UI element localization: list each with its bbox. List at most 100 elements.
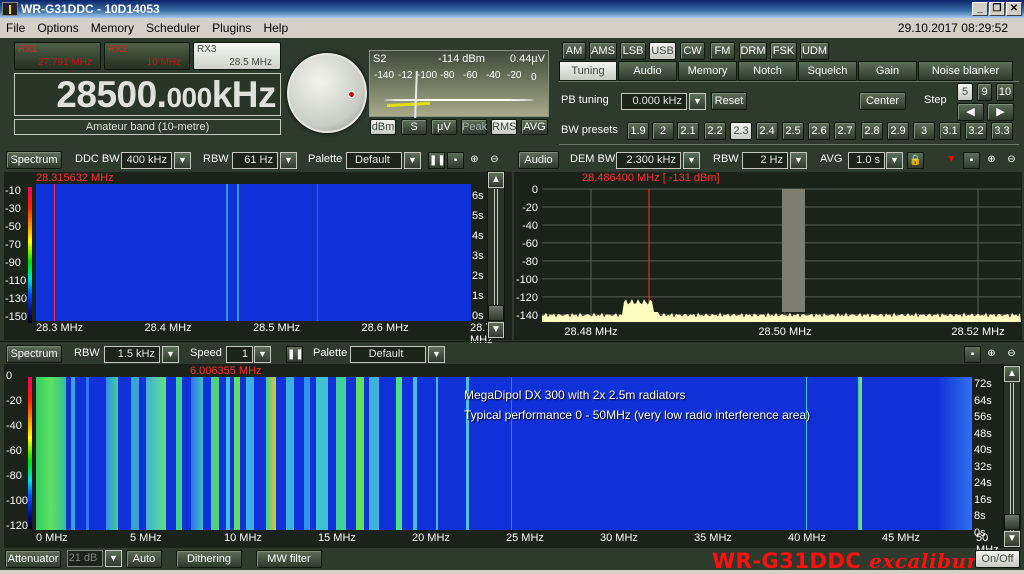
menu-options[interactable]: Options <box>31 21 84 35</box>
dbm-button[interactable]: dBm <box>370 119 396 135</box>
ddc-rbw-dropdown[interactable]: ▼ <box>280 152 297 169</box>
menu-memory[interactable]: Memory <box>85 21 140 35</box>
wb-pause-icon[interactable]: ❚❚ <box>286 346 304 363</box>
wb-scroll-track[interactable] <box>1010 383 1014 531</box>
step-up-arrow-icon[interactable]: ▶ <box>987 103 1014 121</box>
wb-rbw-dropdown[interactable]: ▼ <box>162 346 179 363</box>
wb-spectrum-button[interactable]: Spectrum <box>6 345 62 363</box>
ddc-palette-field[interactable]: Default <box>346 152 402 169</box>
ddc-waterfall[interactable] <box>36 184 471 321</box>
tab-notch[interactable]: Notch <box>738 61 797 81</box>
center-button[interactable]: Center <box>859 92 906 110</box>
step-5[interactable]: 5 <box>957 83 973 101</box>
audio-rbw-field[interactable]: 2 Hz <box>742 152 788 169</box>
bw-preset-2.3[interactable]: 2.3 <box>730 122 752 140</box>
reset-button[interactable]: Reset <box>711 92 747 110</box>
bw-preset-3.3[interactable]: 3.3 <box>991 122 1013 140</box>
menu-file[interactable]: File <box>0 21 31 35</box>
bw-preset-2.2[interactable]: 2.2 <box>704 122 726 140</box>
bw-preset-2.9[interactable]: 2.9 <box>887 122 909 140</box>
audio-zoom-out-icon[interactable]: ⊖ <box>1003 152 1020 169</box>
rx3-button[interactable]: RX3 28.5 MHz <box>193 42 281 70</box>
ddc-vscroll[interactable]: ▲ ▼ <box>487 171 505 339</box>
ddc-spectrum-button[interactable]: Spectrum <box>6 151 62 169</box>
lock-icon[interactable]: 🔒 <box>907 152 924 169</box>
mode-cw[interactable]: CW <box>680 42 705 60</box>
s-button[interactable]: S <box>401 119 427 135</box>
wb-zoom-in-icon[interactable]: ⊕ <box>983 346 1000 363</box>
avg-button[interactable]: AVG <box>521 119 548 135</box>
wb-vscroll[interactable]: ▲ ▼ <box>1003 365 1021 548</box>
audio-spectrum-chart[interactable]: 0 -20 -40 -60 -80 -100 -120 -140 28.48 MHz 28.50 … <box>514 172 1022 340</box>
scroll-thumb[interactable] <box>488 305 504 321</box>
bw-preset-3.2[interactable]: 3.2 <box>965 122 987 140</box>
mw-filter-button[interactable]: MW filter <box>256 550 322 568</box>
dithering-button[interactable]: Dithering <box>176 550 242 568</box>
zoom-in-icon[interactable]: ⊕ <box>466 152 483 169</box>
bw-preset-2.1[interactable]: 2.1 <box>677 122 699 140</box>
peak-button[interactable]: Peak <box>461 119 487 135</box>
pause-icon[interactable]: ❚❚ <box>428 152 446 169</box>
speed-dropdown[interactable]: ▼ <box>254 346 271 363</box>
mode-drm[interactable]: DRM <box>739 42 767 60</box>
menu-plugins[interactable]: Plugins <box>206 21 257 35</box>
minimize-button[interactable]: _ <box>972 2 988 16</box>
ddc-bw-field[interactable]: 400 kHz <box>121 152 172 169</box>
mode-usb[interactable]: USB <box>649 42 676 60</box>
scroll-down-icon[interactable]: ▼ <box>488 322 504 338</box>
tab-gain[interactable]: Gain <box>858 61 917 81</box>
wb-save-icon[interactable]: ▪ <box>964 346 981 363</box>
audio-save-icon[interactable]: ▪ <box>963 152 980 169</box>
tab-noise-blanker[interactable]: Noise blanker <box>918 61 1013 81</box>
wb-palette-field[interactable]: Default <box>350 346 426 363</box>
bw-preset-2.8[interactable]: 2.8 <box>861 122 883 140</box>
avg-dropdown[interactable]: ▼ <box>886 152 903 169</box>
step-10[interactable]: 10 <box>996 83 1014 101</box>
step-down-arrow-icon[interactable]: ◀ <box>957 103 984 121</box>
pb-tuning-dropdown[interactable]: ▼ <box>689 93 706 110</box>
tab-memory[interactable]: Memory <box>678 61 737 81</box>
restore-button[interactable]: ❐ <box>989 2 1005 16</box>
wb-zoom-out-icon[interactable]: ⊖ <box>1003 346 1020 363</box>
mode-fsk[interactable]: FSK <box>770 42 797 60</box>
wb-palette-dropdown[interactable]: ▼ <box>428 346 445 363</box>
attenuator-button[interactable]: Attenuator <box>5 550 61 568</box>
bw-preset-1.9[interactable]: 1.9 <box>627 122 649 140</box>
scroll-track[interactable] <box>494 189 498 321</box>
dem-bw-dropdown[interactable]: ▼ <box>683 152 700 169</box>
bw-preset-2[interactable]: 2 <box>652 122 674 140</box>
onoff-button[interactable]: On/Off <box>975 550 1020 568</box>
tab-squelch[interactable]: Squelch <box>798 61 857 81</box>
close-button[interactable]: ✕ <box>1006 2 1022 16</box>
marker-triangle-icon[interactable]: ▼ <box>943 152 960 169</box>
uv-button[interactable]: µV <box>431 119 457 135</box>
wb-scroll-down-icon[interactable]: ▼ <box>1004 531 1020 547</box>
avg-field[interactable]: 1.0 s <box>848 152 885 169</box>
save-icon[interactable]: ▪ <box>447 152 464 169</box>
tab-audio[interactable]: Audio <box>618 61 677 81</box>
tab-tuning[interactable]: Tuning <box>559 61 617 81</box>
wb-rbw-field[interactable]: 1.5 kHz <box>104 346 160 363</box>
mode-udm[interactable]: UDM <box>800 42 829 60</box>
rx1-button[interactable]: RX1 27.791 MHz <box>14 42 101 70</box>
zoom-out-icon[interactable]: ⊖ <box>486 152 503 169</box>
menu-help[interactable]: Help <box>257 21 294 35</box>
mode-ams[interactable]: AMS <box>589 42 617 60</box>
audio-zoom-in-icon[interactable]: ⊕ <box>983 152 1000 169</box>
wb-scroll-thumb[interactable] <box>1004 514 1020 530</box>
wb-scroll-up-icon[interactable]: ▲ <box>1004 366 1020 382</box>
bw-preset-2.5[interactable]: 2.5 <box>782 122 804 140</box>
ddc-palette-dropdown[interactable]: ▼ <box>404 152 421 169</box>
pb-tuning-field[interactable]: 0.000 kHz <box>621 93 687 110</box>
menu-scheduler[interactable]: Scheduler <box>140 21 206 35</box>
bw-preset-3.1[interactable]: 3.1 <box>939 122 961 140</box>
rx2-button[interactable]: RX2 10 MHz <box>104 42 190 70</box>
audio-rbw-dropdown[interactable]: ▼ <box>790 152 807 169</box>
audio-button[interactable]: Audio <box>518 151 559 169</box>
speed-field[interactable]: 1 <box>226 346 253 363</box>
bw-preset-3[interactable]: 3 <box>913 122 935 140</box>
auto-button[interactable]: Auto <box>126 550 162 568</box>
step-9[interactable]: 9 <box>977 83 992 101</box>
ddc-bw-dropdown[interactable]: ▼ <box>174 152 191 169</box>
attenuator-dropdown[interactable]: ▼ <box>105 550 122 567</box>
